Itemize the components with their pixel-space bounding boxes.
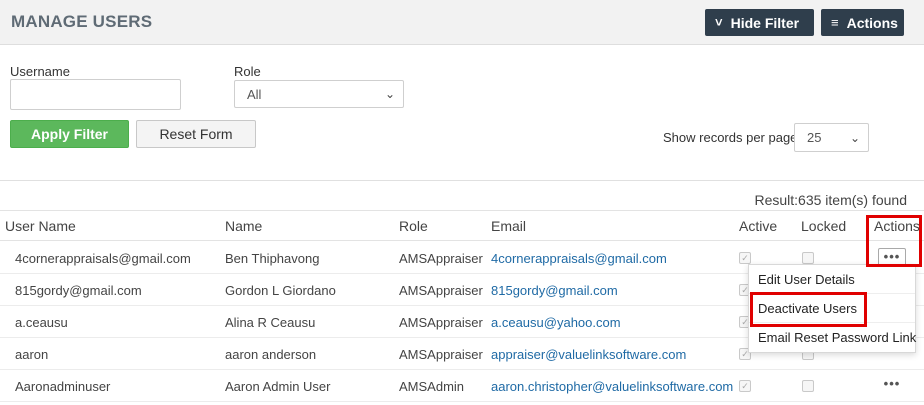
cell-name: Ben Thiphavong (225, 251, 320, 266)
role-select[interactable]: All ⌄ (234, 80, 404, 108)
cell-role: AMSAppraiser (399, 283, 483, 298)
cell-username: 815gordy@gmail.com (15, 283, 142, 298)
result-count: Result:635 item(s) found (754, 192, 907, 208)
cell-role: AMSAppraiser (399, 315, 483, 330)
cell-username: a.ceausu (15, 315, 68, 330)
role-label: Role (234, 64, 261, 79)
menu-lines-icon: ≡ (831, 15, 839, 30)
actions-button[interactable]: ≡ Actions (821, 9, 904, 36)
ellipsis-icon: ••• (883, 249, 901, 264)
page-header: MANAGE USERS ˅ Hide Filter ≡ Actions (0, 0, 924, 45)
cell-name: Gordon L Giordano (225, 283, 336, 298)
cell-email-link[interactable]: 815gordy@gmail.com (491, 283, 618, 298)
chevron-down-icon: ⌄ (849, 130, 860, 145)
locked-checkbox (802, 380, 814, 392)
ellipsis-icon: ••• (883, 376, 901, 391)
table-header: User Name Name Role Email Active Locked … (0, 210, 924, 241)
records-per-page-select[interactable]: 25 ⌄ (794, 123, 869, 152)
role-selected-value: All (247, 86, 262, 102)
cell-name: Aaron Admin User (225, 379, 331, 394)
row-actions-menu: Edit User Details Deactivate Users Email… (748, 264, 916, 353)
active-checkbox: ✓ (739, 380, 751, 392)
table-row: Aaronadminuser Aaron Admin User AMSAdmin… (0, 370, 924, 402)
active-checkbox: ✓ (739, 252, 751, 264)
hide-filter-button[interactable]: ˅ Hide Filter (705, 9, 814, 36)
cell-email-link[interactable]: appraiser@valuelinksoftware.com (491, 347, 686, 362)
cell-role: AMSAppraiser (399, 347, 483, 362)
cell-email-link[interactable]: a.ceausu@yahoo.com (491, 315, 621, 330)
cell-username: Aaronadminuser (15, 379, 111, 394)
page-title: MANAGE USERS (11, 12, 153, 31)
menu-item-email-reset[interactable]: Email Reset Password Link (749, 323, 916, 352)
col-name[interactable]: Name (225, 218, 262, 234)
menu-item-edit-user[interactable]: Edit User Details (749, 265, 915, 294)
username-label: Username (10, 64, 70, 79)
cell-username: 4cornerappraisals@gmail.com (15, 251, 191, 266)
col-role[interactable]: Role (399, 218, 428, 234)
username-input[interactable] (10, 79, 181, 110)
col-active[interactable]: Active (739, 218, 777, 234)
hide-filter-label: Hide Filter (730, 14, 800, 31)
locked-checkbox (802, 252, 814, 264)
cell-email-link[interactable]: 4cornerappraisals@gmail.com (491, 251, 667, 266)
cell-email-link[interactable]: aaron.christopher@valuelinksoftware.com (491, 379, 733, 394)
col-email[interactable]: Email (491, 218, 526, 234)
cell-username: aaron (15, 347, 49, 362)
chevrons-up-icon: ˅ (715, 15, 723, 30)
row-actions-button[interactable]: ••• (878, 376, 906, 394)
cell-name: aaron anderson (225, 347, 317, 362)
reset-form-button[interactable]: Reset Form (136, 120, 256, 148)
col-actions: Actions (874, 218, 920, 234)
apply-filter-button[interactable]: Apply Filter (10, 120, 129, 148)
cell-name: Alina R Ceausu (225, 315, 316, 330)
actions-label: Actions (846, 14, 898, 31)
cell-role: AMSAdmin (399, 379, 465, 394)
records-selected-value: 25 (807, 130, 822, 145)
records-per-page-label: Show records per page (663, 130, 798, 145)
divider (0, 180, 924, 181)
col-locked[interactable]: Locked (801, 218, 846, 234)
menu-item-deactivate-users[interactable]: Deactivate Users (749, 294, 915, 323)
cell-role: AMSAppraiser (399, 251, 483, 266)
col-username[interactable]: User Name (5, 218, 76, 234)
chevron-down-icon: ⌄ (384, 87, 395, 101)
